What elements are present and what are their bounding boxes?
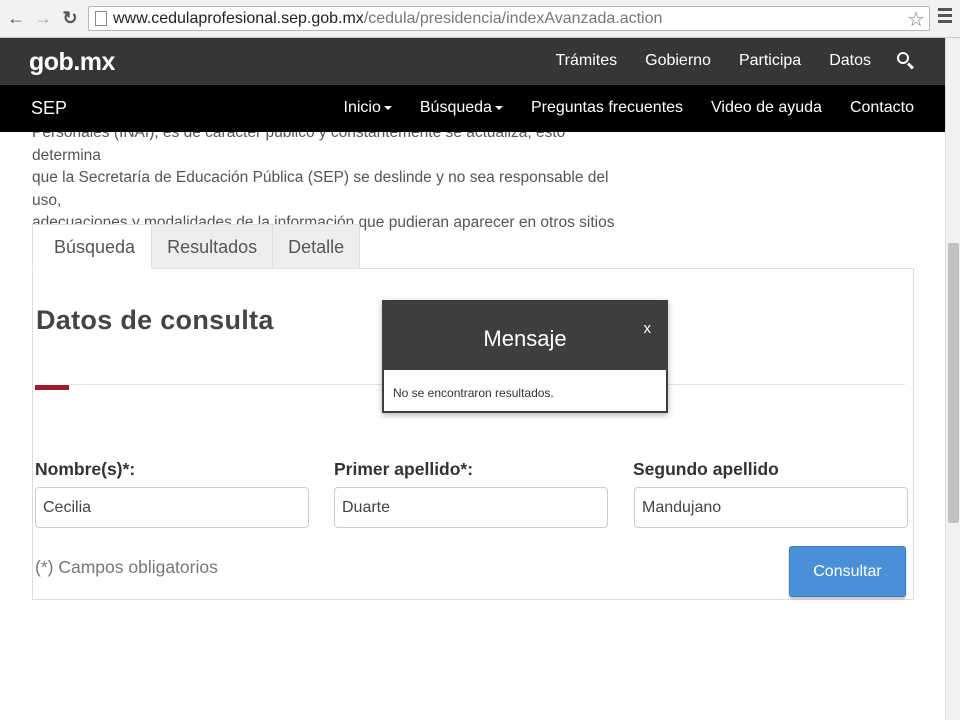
consultar-button[interactable]: Consultar [789,546,906,597]
tab-resultados[interactable]: Resultados [151,224,274,269]
caret-down-icon [383,106,392,110]
gob-link-participa[interactable]: Participa [739,52,801,70]
primer-apellido-label: Primer apellido*: [334,459,474,479]
browser-toolbar: ← → ↻ www.cedulaprofesional.sep.gob.mx/c… [0,0,960,38]
segundo-apellido-label: Segundo apellido [633,459,779,479]
tab-busqueda[interactable]: Búsqueda [32,224,153,269]
tab-bar: Búsqueda Resultados Detalle [32,224,361,269]
panel-title: Datos de consulta [36,305,274,335]
modal-header: Mensaje x [384,302,666,370]
nombre-input[interactable]: Cecilia [35,487,309,528]
hamburger-icon[interactable] [938,8,952,26]
modal-message: No se encontraron resultados. [393,386,554,400]
primer-apellido-input[interactable]: Duarte [334,487,608,528]
required-fields-note: (*) Campos obligatorios [35,557,218,577]
gob-logo[interactable]: gob.mx [29,48,115,77]
arrow-right-icon[interactable]: → [33,8,53,28]
reload-icon[interactable]: ↻ [60,8,80,28]
url-host: www.cedulaprofesional.sep.gob.mx [113,10,364,27]
title-accent-line [35,385,69,390]
gob-link-datos[interactable]: Datos [829,52,871,70]
address-bar[interactable]: www.cedulaprofesional.sep.gob.mx/cedula/… [88,6,930,31]
intro-line: que la Secretaría de Educación Pública (… [32,169,609,209]
nav-video-de-ayuda[interactable]: Video de ayuda [711,99,822,117]
arrow-left-icon[interactable]: ← [6,8,26,28]
search-icon[interactable] [897,52,915,70]
nombre-label: Nombre(s)*: [35,459,136,479]
gob-header: gob.mx Trámites Gobierno Participa Datos [0,38,945,85]
segundo-apellido-input[interactable]: Mandujano [634,487,908,528]
scrollbar-thumb[interactable] [948,243,959,523]
close-icon[interactable]: x [644,320,652,337]
sep-logo[interactable]: SEP [31,98,67,119]
gob-link-tramites[interactable]: Trámites [555,52,617,70]
intro-line: Personales (INAI), es de carácter públic… [32,132,566,164]
nav-inicio[interactable]: Inicio [344,99,392,117]
nav-busqueda[interactable]: Búsqueda [420,99,503,117]
sep-header: SEP Inicio Búsqueda Preguntas frecuentes… [0,85,945,132]
url-path: /cedula/presidencia/indexAvanzada.action [363,10,663,27]
star-icon[interactable]: ☆ [907,7,925,32]
tab-detalle[interactable]: Detalle [272,224,361,269]
page-content: Personales (INAI), es de carácter públic… [0,132,945,720]
page-icon [95,11,107,26]
page-scrollbar[interactable] [945,38,960,720]
caret-down-icon [494,106,503,110]
message-modal: Mensaje x No se encontraron resultados. [382,300,668,413]
gob-nav: Trámites Gobierno Participa Datos [527,52,915,70]
url-text: www.cedulaprofesional.sep.gob.mx/cedula/… [113,10,662,28]
nav-inicio-label: Inicio [343,99,381,116]
nav-busqueda-label: Búsqueda [419,99,492,116]
nav-contacto[interactable]: Contacto [850,99,914,117]
modal-title: Mensaje [483,326,567,351]
nav-preguntas-frecuentes[interactable]: Preguntas frecuentes [531,99,683,117]
gob-link-gobierno[interactable]: Gobierno [645,52,711,70]
sep-nav: Inicio Búsqueda Preguntas frecuentes Vid… [316,99,914,117]
